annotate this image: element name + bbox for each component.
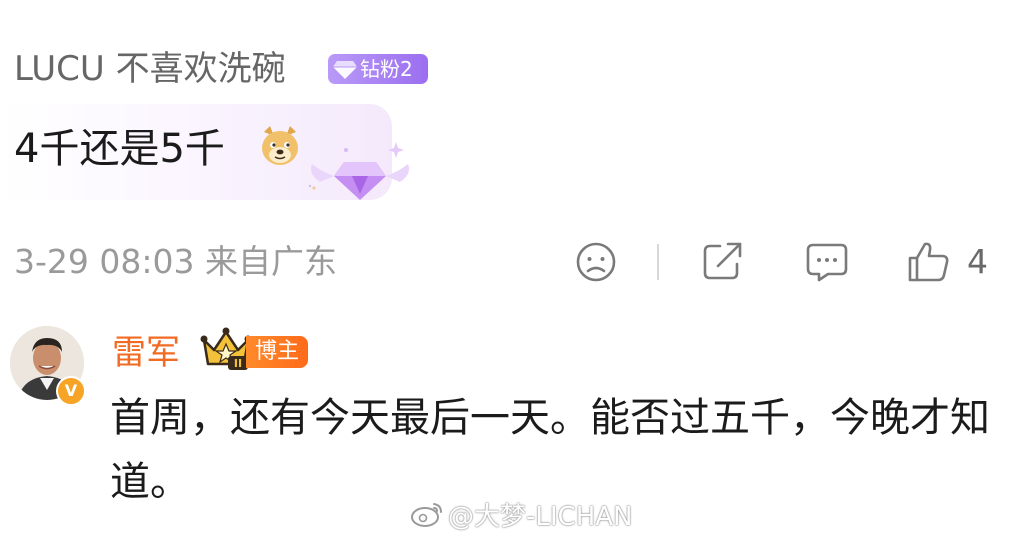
comment-location: 来自广东 — [205, 242, 337, 281]
rank-label: II — [234, 357, 242, 370]
blogger-badge: 博主 — [246, 336, 308, 368]
comment-meta: 3-29 08:03 来自广东 — [14, 238, 337, 286]
like-button[interactable] — [906, 240, 952, 284]
diamond-icon — [333, 61, 357, 79]
comment-username[interactable]: 雷军 — [112, 328, 180, 378]
reply-button[interactable] — [804, 240, 850, 284]
like-count: 4 — [967, 242, 988, 281]
comment-timestamp: 3-29 08:03 — [14, 242, 195, 281]
verified-icon: V — [56, 376, 86, 406]
fan-level-badge[interactable]: 钻粉2 — [328, 54, 428, 84]
comment-username[interactable]: LUCU 不喜欢洗碗 — [14, 44, 286, 94]
watermark-text: @大梦-LICHAN — [448, 501, 633, 532]
crown-icon: II — [200, 327, 252, 370]
weibo-logo-icon — [411, 503, 442, 527]
share-button[interactable] — [700, 240, 746, 284]
doge-icon — [262, 126, 298, 165]
dislike-button[interactable] — [574, 240, 618, 284]
comment-text: 4千还是5千 — [14, 126, 225, 172]
action-divider — [657, 244, 659, 280]
diamond-wings-icon — [308, 142, 409, 200]
watermark: @大梦-LICHAN — [410, 496, 632, 532]
badge-label: 钻粉2 — [360, 57, 413, 81]
